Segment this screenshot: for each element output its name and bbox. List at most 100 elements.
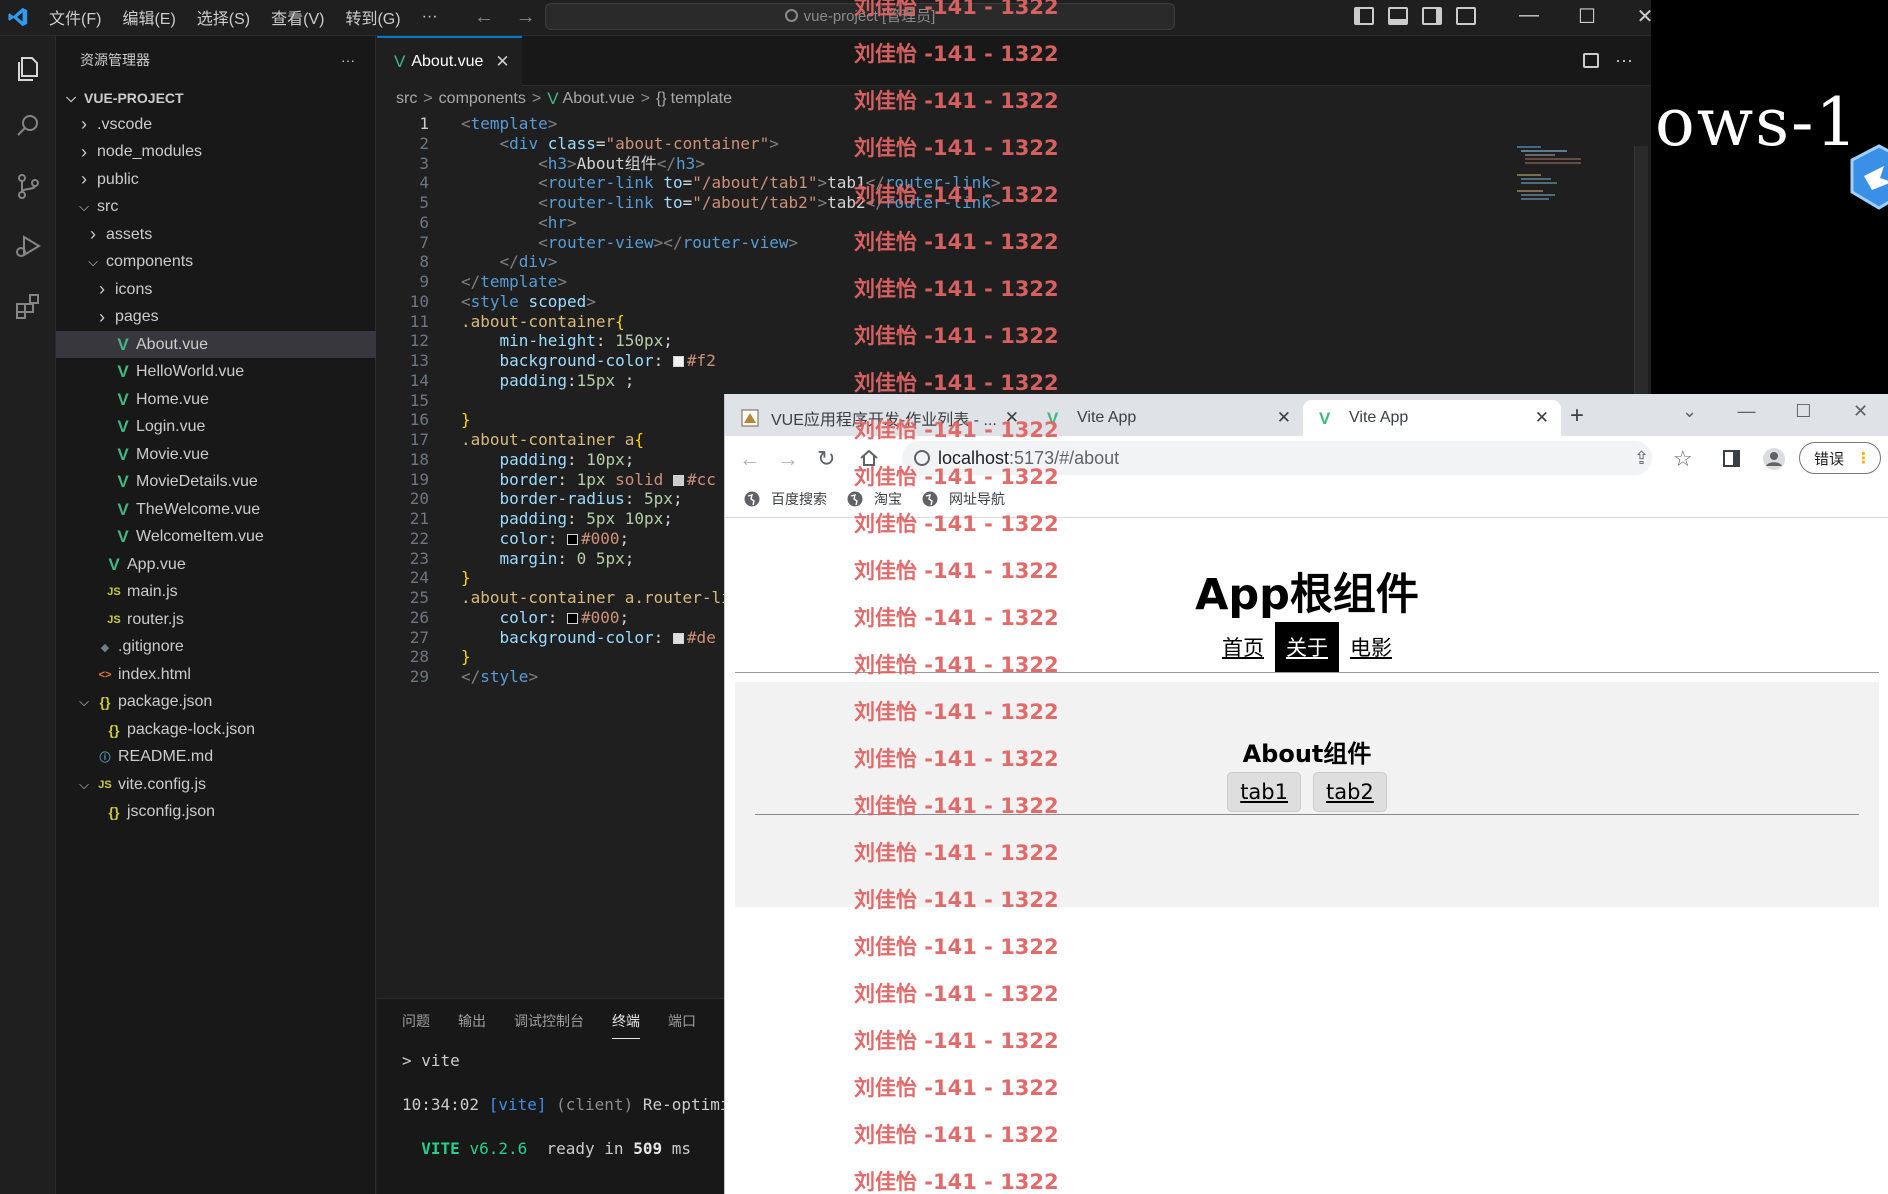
back-arrow-icon[interactable]: ←: [474, 6, 494, 28]
tab-search-icon[interactable]: ⌄: [1661, 394, 1718, 428]
side-panel-icon[interactable]: [1723, 450, 1740, 467]
tree-item[interactable]: ◆ .gitignore: [56, 634, 376, 661]
tree-item[interactable]: V App.vue: [56, 551, 376, 578]
tree-item[interactable]: › icons: [56, 276, 376, 303]
run-debug-icon[interactable]: [12, 230, 44, 262]
tree-item[interactable]: ⌵ {} package.json: [56, 689, 376, 716]
tab2-link[interactable]: tab2: [1313, 772, 1387, 812]
share-icon[interactable]: ⇪: [1634, 448, 1649, 469]
color-swatch[interactable]: [566, 612, 578, 624]
tree-item[interactable]: <> index.html: [56, 661, 376, 688]
search-icon[interactable]: [12, 110, 44, 142]
explorer-more-button[interactable]: ···: [341, 52, 355, 68]
tree-item[interactable]: › assets: [56, 221, 376, 248]
site-info-icon[interactable]: [914, 450, 930, 466]
project-root[interactable]: ⌵ VUE-PROJECT: [56, 84, 375, 111]
tab-problems[interactable]: 问题: [402, 1011, 430, 1031]
browser-minimize-button[interactable]: —: [1718, 394, 1775, 428]
tree-item[interactable]: ⓘ README.md: [56, 744, 376, 771]
browser-tab[interactable]: VUE应用程序开发-作业列表 - ... ✕: [725, 400, 1031, 436]
menu-go[interactable]: 转到(G): [345, 5, 400, 29]
forward-arrow-icon[interactable]: →: [777, 446, 799, 472]
tree-item[interactable]: {} jsconfig.json: [56, 799, 376, 826]
breadcrumb-src[interactable]: src: [396, 90, 417, 108]
profile-avatar-icon[interactable]: [1762, 447, 1786, 471]
toggle-sidebar-icon[interactable]: [1354, 7, 1374, 25]
close-tab-icon[interactable]: ✕: [1005, 408, 1019, 428]
tree-item[interactable]: V WelcomeItem.vue: [56, 524, 376, 551]
close-tab-icon[interactable]: ✕: [1535, 408, 1549, 428]
minimize-button[interactable]: —: [1500, 4, 1558, 29]
toggle-secondary-sidebar-icon[interactable]: [1422, 7, 1442, 25]
tree-item[interactable]: ⌵ src: [56, 194, 376, 221]
menu-edit[interactable]: 编辑(E): [122, 5, 175, 29]
tree-item[interactable]: V TheWelcome.vue: [56, 496, 376, 523]
tab1-link[interactable]: tab1: [1227, 772, 1301, 812]
tree-item[interactable]: JS main.js: [56, 579, 376, 606]
explorer-icon[interactable]: [12, 52, 44, 84]
nav-link-home[interactable]: 首页: [1211, 622, 1275, 672]
breadcrumb-components[interactable]: components: [439, 90, 526, 108]
customize-layout-icon[interactable]: [1456, 7, 1476, 25]
maximize-button[interactable]: ☐: [1558, 4, 1616, 29]
error-button[interactable]: 错误 ⋮: [1799, 442, 1881, 474]
browser-tab-active[interactable]: V Vite App ✕: [1303, 400, 1561, 436]
split-editor-icon[interactable]: [1583, 53, 1600, 68]
color-swatch[interactable]: [566, 533, 578, 545]
command-center-search[interactable]: vue-project [管理员]: [545, 3, 1175, 30]
desktop-app-icon[interactable]: [1844, 142, 1888, 212]
browser-tab[interactable]: V Vite App ✕: [1031, 400, 1303, 436]
tree-item[interactable]: › .vscode: [56, 111, 376, 138]
app-title: App根组件: [1195, 570, 1419, 620]
bookmark-item[interactable]: 百度搜索: [743, 489, 827, 509]
back-arrow-icon[interactable]: ←: [739, 446, 761, 472]
breadcrumb-symbol[interactable]: template: [671, 90, 732, 108]
color-swatch[interactable]: [672, 356, 684, 367]
tree-item[interactable]: V Movie.vue: [56, 441, 376, 468]
breadcrumb-file[interactable]: About.vue: [563, 90, 635, 108]
close-tab-icon[interactable]: ✕: [1277, 408, 1291, 428]
address-bar[interactable]: localhost:5173/#/about: [902, 441, 1652, 475]
menu-file[interactable]: 文件(F): [49, 5, 101, 29]
toggle-panel-icon[interactable]: [1388, 7, 1408, 25]
bookmark-item[interactable]: 淘宝: [846, 489, 902, 509]
tree-item[interactable]: V MovieDetails.vue: [56, 469, 376, 496]
nav-link-movie[interactable]: 电影: [1339, 622, 1403, 672]
tab-about-vue[interactable]: V About.vue ✕: [377, 36, 522, 86]
bookmark-item[interactable]: 网址导航: [921, 489, 1005, 509]
code-token: <: [499, 133, 510, 153]
menu-view[interactable]: 查看(V): [271, 5, 324, 29]
tree-item[interactable]: V Login.vue: [56, 414, 376, 441]
menu-selection[interactable]: 选择(S): [197, 5, 250, 29]
minimap[interactable]: [1517, 146, 1581, 206]
menu-more[interactable]: ···: [422, 8, 438, 26]
tab-terminal[interactable]: 终端: [612, 1011, 640, 1039]
browser-close-button[interactable]: ✕: [1832, 394, 1888, 428]
tree-item[interactable]: › node_modules: [56, 139, 376, 166]
tree-item[interactable]: V Home.vue: [56, 386, 376, 413]
nav-link-about[interactable]: 关于: [1275, 622, 1339, 672]
new-tab-button[interactable]: +: [1570, 402, 1584, 430]
tree-item[interactable]: › pages: [56, 304, 376, 331]
tab-debug-console[interactable]: 调试控制台: [514, 1011, 584, 1031]
tree-item[interactable]: V HelloWorld.vue: [56, 359, 376, 386]
tree-item[interactable]: {} package-lock.json: [56, 716, 376, 743]
color-swatch[interactable]: [672, 632, 684, 644]
browser-maximize-button[interactable]: ☐: [1775, 394, 1832, 428]
tree-item[interactable]: JS router.js: [56, 606, 376, 633]
bookmark-star-icon[interactable]: ☆: [1673, 446, 1693, 472]
tree-item[interactable]: › public: [56, 166, 376, 193]
color-swatch[interactable]: [672, 474, 684, 486]
reload-icon[interactable]: ↻: [817, 446, 835, 472]
more-actions-button[interactable]: ···: [1615, 50, 1633, 70]
close-tab-icon[interactable]: ✕: [495, 52, 509, 72]
tree-item[interactable]: ⌵ JS vite.config.js: [56, 771, 376, 798]
source-control-icon[interactable]: [12, 170, 44, 202]
home-icon[interactable]: [859, 448, 879, 468]
extensions-icon[interactable]: [12, 290, 44, 322]
forward-arrow-icon[interactable]: →: [516, 6, 536, 28]
tree-item[interactable]: V About.vue: [56, 331, 376, 358]
tab-output[interactable]: 输出: [458, 1011, 486, 1031]
tab-ports[interactable]: 端口: [668, 1011, 696, 1031]
tree-item[interactable]: ⌵ components: [56, 249, 376, 276]
